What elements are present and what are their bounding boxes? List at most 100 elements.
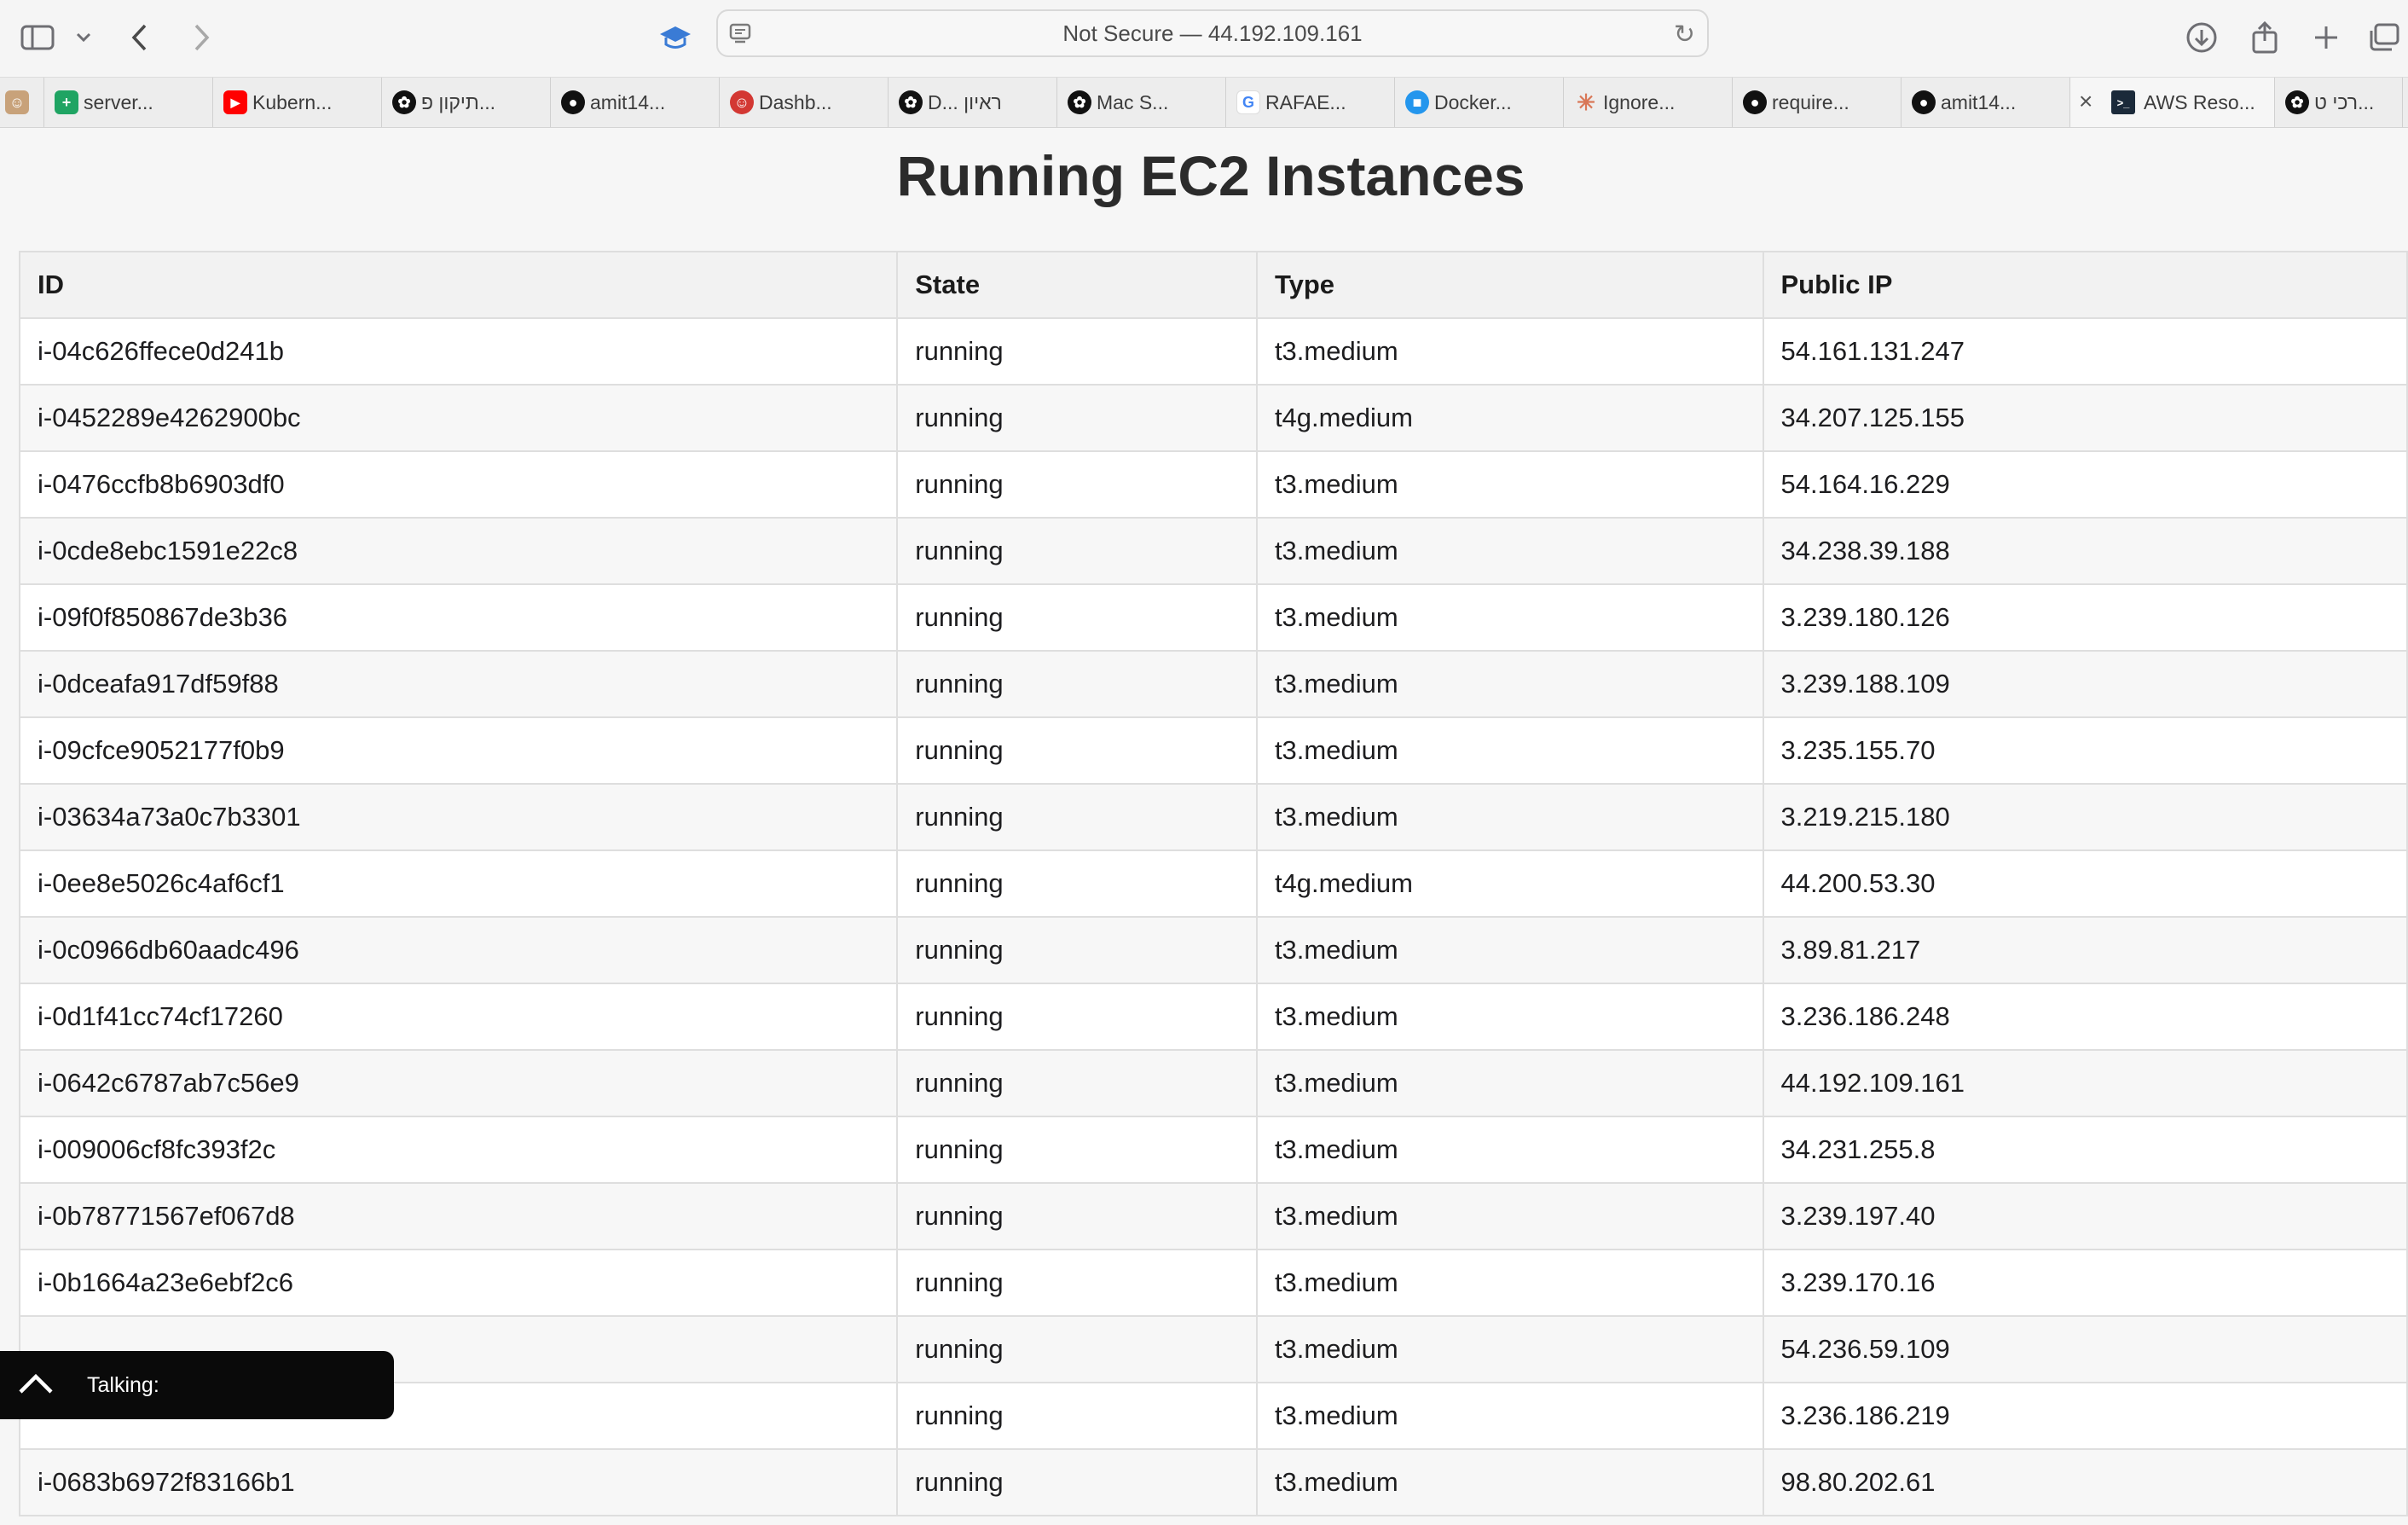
graduation-cap-icon[interactable] bbox=[657, 19, 694, 56]
cell-type: t3.medium bbox=[1255, 450, 1764, 519]
tab-3[interactable]: ✿ תיקון פ... bbox=[382, 78, 551, 127]
table-row: i-0c0966db60aadc496 running t3.medium 3.89.… bbox=[18, 916, 2408, 984]
cell-public-ip: 3.89.81.217 bbox=[1762, 916, 2408, 984]
cell-public-ip: 44.200.53.30 bbox=[1762, 849, 2408, 918]
cell-public-ip: 34.238.39.188 bbox=[1762, 517, 2408, 585]
tab-12[interactable]: ● amit14... bbox=[1902, 78, 2070, 127]
talking-overlay[interactable]: Talking: bbox=[0, 1351, 394, 1419]
cell-state: running bbox=[896, 1382, 1258, 1450]
cell-state: running bbox=[896, 583, 1258, 652]
tab-9[interactable]: ■ Docker... bbox=[1395, 78, 1564, 127]
sidebar-toggle-icon[interactable] bbox=[19, 19, 56, 56]
cell-state: running bbox=[896, 1116, 1258, 1184]
table-row: i-09cfce9052177f0b9 running t3.medium 3.235… bbox=[18, 716, 2408, 785]
cell-id: i-009006cf8fc393f2c bbox=[18, 1116, 899, 1184]
cell-id: i-09f0f850867de3b36 bbox=[18, 583, 899, 652]
table-row: i-03634a73a0c7b3301 running t3.medium 3.219… bbox=[18, 783, 2408, 851]
table-row: i-0452289e4262900bc running t4g.medium 34.2… bbox=[18, 384, 2408, 452]
claude-icon: ✳ bbox=[1577, 89, 1595, 115]
cell-type: t3.medium bbox=[1255, 1315, 1764, 1383]
cell-type: t3.medium bbox=[1255, 1116, 1764, 1184]
column-header-id: ID bbox=[18, 251, 899, 319]
tab-0[interactable]: ☺ bbox=[0, 78, 44, 127]
cell-type: t3.medium bbox=[1255, 517, 1764, 585]
instances-table: ID State Type Public IP i-04c626ffece0d2… bbox=[18, 251, 2408, 1516]
tab-11[interactable]: ● require... bbox=[1733, 78, 1902, 127]
column-header-type: Type bbox=[1255, 251, 1764, 319]
cell-id: i-0b78771567ef067d8 bbox=[18, 1182, 899, 1250]
cell-type: t3.medium bbox=[1255, 317, 1764, 386]
table-row: i-09f0f850867de3b36 running t3.medium 3.239… bbox=[18, 583, 2408, 652]
tab-6[interactable]: ✿ D... ראיון bbox=[889, 78, 1057, 127]
table-row: i-0cde8ebc1591e22c8 running t3.medium 34.23… bbox=[18, 517, 2408, 585]
cell-state: running bbox=[896, 1249, 1258, 1317]
cell-public-ip: 54.164.16.229 bbox=[1762, 450, 2408, 519]
google-icon: G bbox=[1236, 90, 1260, 114]
table-row: i-0d1f41cc74cf17260 running t3.medium 3.236… bbox=[18, 983, 2408, 1051]
cell-public-ip: 3.239.170.16 bbox=[1762, 1249, 2408, 1317]
page-menu-icon[interactable] bbox=[728, 21, 754, 47]
address-bar[interactable]: Not Secure — 44.192.109.161 ↻ bbox=[716, 9, 1709, 57]
cell-state: running bbox=[896, 1315, 1258, 1383]
column-header-state: State bbox=[896, 251, 1258, 319]
cell-public-ip: 3.219.215.180 bbox=[1762, 783, 2408, 851]
cell-id: i-0642c6787ab7c56e9 bbox=[18, 1049, 899, 1117]
cell-type: t3.medium bbox=[1255, 916, 1764, 984]
cell-state: running bbox=[896, 983, 1258, 1051]
cell-state: running bbox=[896, 384, 1258, 452]
tab-8[interactable]: G RAFAE... bbox=[1226, 78, 1395, 127]
downloads-icon[interactable] bbox=[2183, 19, 2220, 56]
cell-state: running bbox=[896, 1448, 1258, 1516]
cell-id: i-0cde8ebc1591e22c8 bbox=[18, 517, 899, 585]
cell-state: running bbox=[896, 783, 1258, 851]
cell-type: t3.medium bbox=[1255, 1182, 1764, 1250]
table-row: i-0dceafa917df59f88 running t3.medium 3.239… bbox=[18, 650, 2408, 718]
table-row: i-0b1664a23e6ebf2c6 running t3.medium 3.239… bbox=[18, 1249, 2408, 1317]
openai-icon: ✿ bbox=[2285, 90, 2309, 114]
cell-public-ip: 98.80.202.61 bbox=[1762, 1448, 2408, 1516]
cell-public-ip: 3.239.180.126 bbox=[1762, 583, 2408, 652]
openai-icon: ✿ bbox=[899, 90, 923, 114]
reload-icon[interactable]: ↻ bbox=[1674, 20, 1695, 49]
cell-state: running bbox=[896, 849, 1258, 918]
github-icon: ● bbox=[1912, 90, 1936, 114]
sheets-icon: + bbox=[55, 90, 78, 114]
tab-14[interactable]: ✿ רכי ט... bbox=[2275, 78, 2403, 127]
docker-icon: ■ bbox=[1405, 90, 1429, 114]
share-icon[interactable] bbox=[2246, 19, 2284, 56]
back-icon[interactable] bbox=[121, 19, 159, 56]
cell-state: running bbox=[896, 317, 1258, 386]
forward-icon[interactable] bbox=[182, 19, 220, 56]
cell-id: i-0dceafa917df59f88 bbox=[18, 650, 899, 718]
tab-overview-icon[interactable] bbox=[2365, 19, 2403, 56]
tab-2[interactable]: ▶ Kubern... bbox=[213, 78, 382, 127]
table-header-row: ID State Type Public IP bbox=[18, 251, 2408, 319]
close-tab-icon[interactable]: × bbox=[2079, 88, 2093, 115]
tab-1[interactable]: + server... bbox=[44, 78, 213, 127]
cell-id: i-03634a73a0c7b3301 bbox=[18, 783, 899, 851]
address-text: Not Secure — 44.192.109.161 bbox=[1062, 20, 1363, 46]
tab-7[interactable]: ✿ Mac S... bbox=[1057, 78, 1226, 127]
chevron-down-icon[interactable] bbox=[65, 19, 102, 56]
cell-id: i-0b1664a23e6ebf2c6 bbox=[18, 1249, 899, 1317]
chevron-up-icon[interactable] bbox=[17, 1366, 55, 1404]
cell-id: i-04c626ffece0d241b bbox=[18, 317, 899, 386]
tab-13-active[interactable]: × >_ AWS Reso... bbox=[2070, 78, 2275, 127]
cell-type: t3.medium bbox=[1255, 1382, 1764, 1450]
tab-10[interactable]: ✳ Ignore... bbox=[1564, 78, 1733, 127]
tab-5[interactable]: ☺ Dashb... bbox=[720, 78, 889, 127]
tab-4[interactable]: ● amit14... bbox=[551, 78, 720, 127]
cell-public-ip: 3.239.197.40 bbox=[1762, 1182, 2408, 1250]
openai-icon: ✿ bbox=[1068, 90, 1091, 114]
browser-toolbar: Not Secure — 44.192.109.161 ↻ bbox=[0, 0, 2408, 75]
new-tab-icon[interactable] bbox=[2307, 19, 2345, 56]
cell-state: running bbox=[896, 517, 1258, 585]
cell-id: i-0c0966db60aadc496 bbox=[18, 916, 899, 984]
table-row: i-0683b6972f83166b1 running t3.medium 98.80… bbox=[18, 1448, 2408, 1516]
talking-label: Talking: bbox=[87, 1373, 159, 1397]
cell-public-ip: 3.235.155.70 bbox=[1762, 716, 2408, 785]
terminal-icon: >_ bbox=[2111, 90, 2135, 114]
openai-icon: ✿ bbox=[392, 90, 416, 114]
table-row: i-0ee8e5026c4af6cf1 running t4g.medium 44.2… bbox=[18, 849, 2408, 918]
cell-type: t3.medium bbox=[1255, 583, 1764, 652]
